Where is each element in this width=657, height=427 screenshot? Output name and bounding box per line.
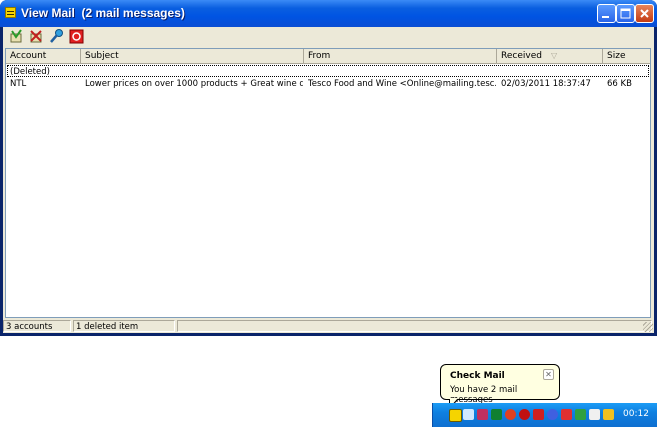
column-received[interactable]: Received ▽ [497, 49, 603, 63]
check-mail-balloon[interactable]: Check Mail You have 2 mail messages ✕ [440, 364, 560, 405]
window-title: View Mail (2 mail messages) [21, 6, 185, 20]
column-from[interactable]: From [304, 49, 497, 63]
status-accounts: 3 accounts [3, 320, 71, 332]
delete-mail-icon [30, 30, 42, 43]
maximize-icon [620, 8, 631, 19]
toolbar [3, 27, 654, 47]
close-button[interactable] [635, 4, 654, 23]
column-subject[interactable]: Subject [81, 49, 304, 63]
minimize-icon [602, 16, 609, 18]
mail-list[interactable]: Account Subject From Received ▽ Size (De… [5, 48, 651, 318]
update-tray-icon[interactable] [575, 409, 586, 420]
view-mail-window: View Mail (2 mail messages) Account Subj… [0, 0, 657, 336]
group-label: (Deleted) [10, 67, 50, 77]
browser-tray-icon[interactable] [505, 409, 516, 420]
resize-grip[interactable] [643, 322, 653, 332]
mail-app-icon [5, 7, 16, 18]
sort-descending-icon: ▽ [551, 51, 558, 60]
cell-from: Tesco Food and Wine <Online@mailing.tesc… [308, 79, 496, 89]
stop-button[interactable] [68, 28, 85, 45]
cell-subject: Lower prices on over 1000 products + Gre… [85, 79, 303, 89]
app-tray-icon[interactable] [491, 409, 502, 420]
table-row[interactable]: NTL Lower prices on over 1000 products +… [6, 78, 650, 90]
cell-received: 02/03/2011 18:37:47 [501, 79, 591, 89]
title-bar[interactable]: View Mail (2 mail messages) [0, 0, 657, 27]
security-tray-icon[interactable] [477, 409, 488, 420]
stop-icon [69, 29, 84, 44]
check-mail-button[interactable] [8, 28, 25, 45]
status-deleted: 1 deleted item [73, 320, 175, 332]
balloon-title: Check Mail [450, 371, 505, 381]
maximize-button[interactable] [616, 4, 635, 23]
volume-tray-icon[interactable] [603, 409, 614, 420]
column-received-label: Received [501, 51, 542, 61]
window-client-area: Account Subject From Received ▽ Size (De… [3, 27, 654, 333]
close-icon [640, 9, 649, 18]
m-tray-icon[interactable] [533, 409, 544, 420]
column-account[interactable]: Account [6, 49, 81, 63]
antivirus-tray-icon[interactable] [519, 409, 530, 420]
check-mail-icon [10, 29, 22, 43]
system-tray: 00:12 [432, 403, 657, 427]
column-size[interactable]: Size [603, 49, 650, 63]
group-row-deleted[interactable]: (Deleted) [7, 65, 649, 77]
tools-icon [50, 29, 63, 43]
status-bar: 3 accounts 1 deleted item [3, 319, 654, 333]
status-empty-panel [177, 320, 652, 332]
phone-tray-icon[interactable] [589, 409, 600, 420]
cell-size: 66 KB [607, 79, 632, 89]
cell-account: NTL [10, 79, 27, 89]
delete-mail-button[interactable] [28, 28, 45, 45]
tray-clock[interactable]: 00:12 [623, 409, 649, 419]
mail-tray-icon[interactable] [449, 409, 462, 422]
balloon-close-icon[interactable]: ✕ [543, 369, 554, 380]
network-tray-icon[interactable] [463, 409, 474, 420]
balloon-message: You have 2 mail messages [450, 385, 518, 405]
minimize-button[interactable] [597, 4, 616, 23]
tools-button[interactable] [48, 28, 65, 45]
hardware-tray-icon[interactable] [561, 409, 572, 420]
bluetooth-tray-icon[interactable] [547, 409, 558, 420]
column-header: Account Subject From Received ▽ Size [6, 49, 650, 64]
